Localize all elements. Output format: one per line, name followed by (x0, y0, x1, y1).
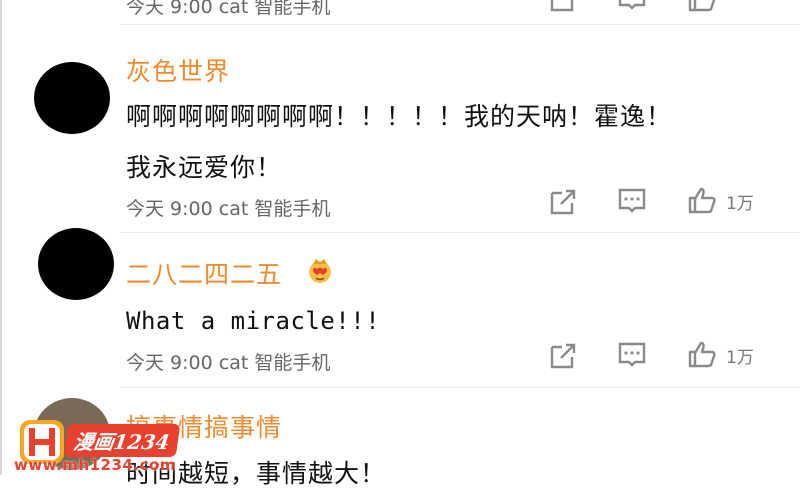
like-count: 1万 (726, 348, 754, 368)
share-external-icon[interactable] (548, 0, 578, 14)
comment-divider (120, 24, 800, 25)
comment-meta: 今天 9:00 cat 智能手机 (126, 0, 330, 19)
comment-divider (120, 387, 800, 388)
comment-device: cat 智能手机 (218, 0, 331, 18)
comment-meta: 今天 9:00 cat 智能手机 (126, 348, 330, 375)
comment-bubble-icon[interactable] (617, 341, 647, 371)
comment-time: 今天 9:00 (126, 0, 213, 18)
avatar[interactable] (38, 228, 114, 300)
avatar[interactable] (34, 62, 110, 134)
comment-username[interactable]: 灰色世界 (126, 52, 230, 88)
watermark-tag: 漫画1234 (63, 424, 180, 457)
comment-bubble-icon[interactable] (617, 187, 647, 217)
thumbs-up-icon[interactable] (687, 186, 717, 216)
crown-heart-emoji-icon (309, 259, 331, 283)
comment-meta: 今天 9:00 cat 智能手机 (126, 194, 330, 221)
comment-bubble-icon[interactable] (617, 0, 647, 14)
like-count: 1万 (726, 194, 754, 214)
comment-device: cat 智能手机 (218, 352, 331, 374)
comment-divider (120, 232, 800, 233)
thumbs-up-icon[interactable] (687, 340, 717, 370)
share-external-icon[interactable] (548, 341, 578, 371)
comment-username[interactable]: 二八二四二五 (126, 255, 282, 291)
comment-text-line: 我永远爱你！ (126, 153, 283, 182)
comment-text-line: What a miracle!!! (126, 307, 381, 335)
comment-time: 今天 9:00 (126, 198, 213, 220)
comment-text-line: 啊啊啊啊啊啊啊啊！！！！！我的天呐！霍逸！ (126, 102, 673, 131)
comment-time: 今天 9:00 (126, 352, 213, 374)
share-external-icon[interactable] (548, 187, 578, 217)
thumbs-up-icon[interactable] (687, 0, 717, 14)
watermark-url: www.mh1234.com (14, 456, 176, 474)
comment-device: cat 智能手机 (218, 198, 331, 220)
left-rule (0, 0, 2, 475)
